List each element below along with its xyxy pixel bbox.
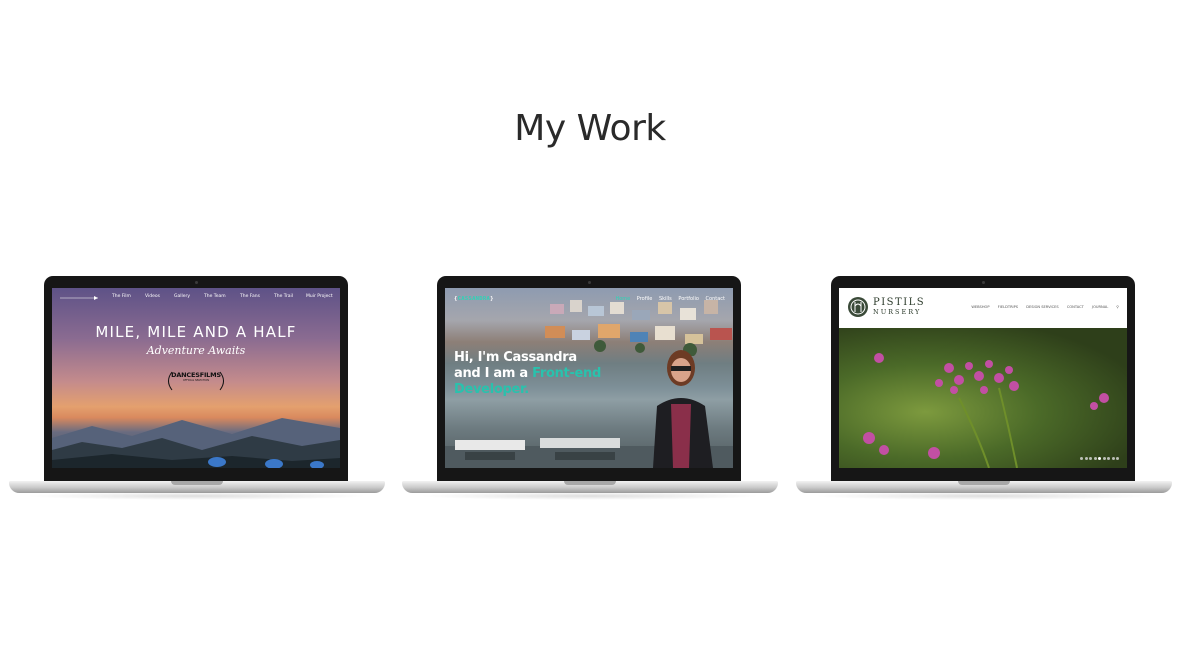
project-screenshot-3: PISTILS NURSERY WEBSHOP FIELDTRIPS DESIG… — [839, 288, 1127, 468]
laptop-lid: PISTILS NURSERY WEBSHOP FIELDTRIPS DESIG… — [831, 276, 1135, 482]
camera-dot — [982, 281, 985, 284]
project-card-pistils[interactable]: PISTILS NURSERY WEBSHOP FIELDTRIPS DESIG… — [796, 276, 1172, 502]
page-title: My Work — [514, 108, 666, 149]
site-nav: The Film Videos Gallery The Team The Fan… — [52, 291, 340, 303]
site-headline: MILE, MILE AND A HALF — [95, 323, 297, 341]
flower-photo — [839, 328, 1127, 468]
nav-item: Portfolio — [678, 296, 699, 302]
nav-item: WEBSHOP — [971, 305, 990, 309]
badge-line2: FILMS — [199, 371, 221, 379]
festival-laurel-badge: DANCESFILMS OFFICIAL SELECTION — [168, 371, 224, 391]
site-nav: WEBSHOP FIELDTRIPS DESIGN SERVICES CONTA… — [964, 305, 1119, 309]
hero-line2: and I am a — [454, 366, 528, 381]
nav-item: The Fans — [240, 294, 260, 299]
laptop-lid: {CASSANDRA} Home Profile Skills Portfoli… — [437, 276, 741, 482]
hero-line1: Hi, I'm Cassandra — [454, 350, 577, 365]
badge-small: OFFICIAL SELECTION — [183, 379, 209, 382]
carousel-dots[interactable] — [1079, 445, 1119, 464]
laurel-right-icon — [219, 371, 224, 391]
site-header: PISTILS NURSERY WEBSHOP FIELDTRIPS DESIG… — [839, 288, 1127, 328]
nav-item: The Team — [204, 294, 226, 299]
badge-line1: DANCES — [171, 371, 200, 379]
search-icon: ⚲ — [1116, 305, 1119, 309]
nav-item: Home — [615, 296, 631, 302]
laptop-lid: The Film Videos Gallery The Team The Fan… — [44, 276, 348, 482]
laptop-shadow — [418, 492, 762, 500]
nav-item: The Trail — [274, 294, 293, 299]
laurel-left-icon — [168, 371, 173, 391]
brand-line1: PISTILS — [873, 297, 926, 308]
laptop-shadow — [25, 492, 369, 500]
site-nav: Home Profile Skills Portfolio Contact — [610, 296, 725, 302]
hero-accent2: Developer. — [454, 382, 529, 397]
project-card-cassandra[interactable]: {CASSANDRA} Home Profile Skills Portfoli… — [402, 276, 778, 502]
site-logo: {CASSANDRA} — [454, 296, 494, 302]
portrait-person — [653, 350, 713, 468]
mountain-scene — [52, 418, 340, 468]
camera-dot — [588, 281, 591, 284]
laptop-notch — [564, 481, 616, 485]
project-screenshot-2: {CASSANDRA} Home Profile Skills Portfoli… — [445, 288, 733, 468]
nursery-logo-icon — [848, 297, 868, 317]
nav-item: The Film — [112, 294, 131, 299]
brand-line2: NURSERY — [873, 308, 922, 316]
site-logo-text: CASSANDRA — [457, 296, 491, 302]
camera-dot — [195, 281, 198, 284]
nav-item: Contact — [705, 296, 725, 302]
nav-item: FIELDTRIPS — [997, 305, 1019, 309]
nav-item: Muir Project — [306, 294, 333, 299]
nav-item: Gallery — [174, 294, 191, 299]
nav-item: Videos — [145, 294, 160, 299]
project-screenshot-1: The Film Videos Gallery The Team The Fan… — [52, 288, 340, 468]
site-tagline: Adventure Awaits — [146, 344, 246, 357]
nav-item: JOURNAL — [1092, 305, 1109, 309]
site-hero-text: Hi, I'm Cassandra and I am a Front-end D… — [454, 350, 601, 398]
hero-accent1: Front-end — [532, 366, 602, 381]
arrow-logo-icon — [60, 296, 98, 300]
project-card-mile-mile[interactable]: The Film Videos Gallery The Team The Fan… — [9, 276, 385, 502]
laptop-notch — [958, 481, 1010, 485]
nav-item: Profile — [636, 296, 653, 302]
nav-item: DESIGN SERVICES — [1026, 305, 1059, 309]
nav-item: CONTACT — [1066, 305, 1084, 309]
laptop-shadow — [812, 492, 1156, 500]
site-brand: PISTILS NURSERY — [873, 297, 925, 316]
laptop-notch — [171, 481, 223, 485]
nav-item: Skills — [658, 296, 672, 302]
